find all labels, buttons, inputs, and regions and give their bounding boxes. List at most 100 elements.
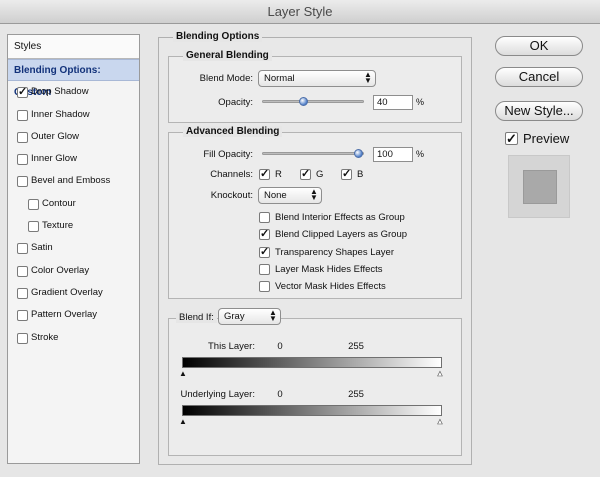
checkbox-icon[interactable] xyxy=(17,243,28,255)
underlying-layer-low-value: 0 xyxy=(277,389,283,400)
fill-opacity-slider[interactable] xyxy=(262,149,364,158)
checkbox-checked-icon: ✓ xyxy=(259,245,270,258)
checkbox-icon[interactable] xyxy=(17,109,28,121)
updown-arrows-icon: ▲ ▼ xyxy=(310,187,318,202)
checkbox-icon[interactable] xyxy=(17,332,28,344)
style-item-label: Color Overlay xyxy=(31,264,90,276)
blend-if-value: Gray xyxy=(224,311,245,322)
styles-header[interactable]: Styles xyxy=(8,35,139,59)
advanced-option-checkbox[interactable]: ✓ Transparency Shapes Layer xyxy=(259,246,394,260)
style-item-label: Texture xyxy=(42,220,74,232)
advanced-option-label: Layer Mask Hides Effects xyxy=(275,263,383,275)
advanced-option-label: Vector Mask Hides Effects xyxy=(275,281,386,293)
style-preview-swatch xyxy=(523,170,557,204)
ok-button[interactable]: OK xyxy=(495,36,583,56)
opacity-unit: % xyxy=(416,97,425,107)
underlying-layer-gradient-ramp[interactable] xyxy=(182,405,442,416)
style-item-label: Pattern Overlay xyxy=(31,309,97,321)
this-layer-gradient-ramp[interactable] xyxy=(182,357,442,368)
checkbox-icon[interactable] xyxy=(28,221,39,233)
style-item[interactable]: Gradient Overlay xyxy=(8,282,139,304)
checkbox-icon[interactable] xyxy=(17,310,28,322)
blend-if-select[interactable]: Gray ▲ ▼ xyxy=(218,308,281,325)
blending-options-title: Blending Options xyxy=(173,31,263,42)
channel-b-label: B xyxy=(357,169,364,180)
style-item[interactable]: Inner Glow xyxy=(8,148,139,170)
underlying-layer-label: Underlying Layer: xyxy=(180,389,255,400)
general-blending-title: General Blending xyxy=(183,50,272,61)
underlying-layer-black-slider[interactable]: ▲ xyxy=(179,418,187,426)
updown-arrows-icon: ▲ ▼ xyxy=(269,308,277,323)
style-item[interactable]: ✓ Drop Shadow xyxy=(8,81,139,103)
checkbox-checked-icon: ✓ xyxy=(505,131,518,146)
fill-opacity-label: Fill Opacity: xyxy=(203,149,253,160)
style-item[interactable]: Stroke xyxy=(8,327,139,349)
style-item[interactable]: Color Overlay xyxy=(8,260,139,282)
style-item[interactable]: Blending Options: Custom xyxy=(8,59,139,98)
style-item[interactable]: Pattern Overlay xyxy=(8,304,139,326)
checkbox-icon[interactable] xyxy=(17,176,28,188)
style-item-label: Inner Glow xyxy=(31,153,77,165)
advanced-option-checkbox[interactable]: Blend Interior Effects as Group xyxy=(259,211,405,225)
fill-opacity-input[interactable]: 100 xyxy=(373,147,413,162)
channel-b-checkbox[interactable]: ✓ B xyxy=(341,168,363,182)
blend-if-label: Blend If: xyxy=(176,312,217,323)
channel-r-checkbox[interactable]: ✓ R xyxy=(259,168,282,182)
fill-opacity-unit: % xyxy=(416,149,425,159)
style-item[interactable]: Bevel and Emboss xyxy=(8,170,139,192)
checkbox-icon[interactable] xyxy=(17,265,28,277)
checkbox-checked-icon: ✓ xyxy=(259,168,270,180)
checkbox-icon xyxy=(259,281,270,293)
style-item-label: Drop Shadow xyxy=(31,86,89,98)
cancel-button[interactable]: Cancel xyxy=(495,67,583,87)
knockout-select[interactable]: None ▲ ▼ xyxy=(258,187,322,204)
checkbox-icon[interactable] xyxy=(28,198,39,210)
advanced-option-label: Transparency Shapes Layer xyxy=(275,246,394,258)
style-item-label: Gradient Overlay xyxy=(31,286,103,298)
channel-r-label: R xyxy=(275,169,282,180)
checkbox-icon[interactable] xyxy=(17,131,28,143)
blend-mode-value: Normal xyxy=(264,73,295,84)
style-item[interactable]: Inner Shadow xyxy=(8,104,139,126)
fill-opacity-slider-thumb[interactable] xyxy=(354,149,363,158)
style-item-label: Inner Shadow xyxy=(31,108,90,120)
channel-g-checkbox[interactable]: ✓ G xyxy=(300,168,323,182)
this-layer-high-value: 255 xyxy=(348,341,364,352)
underlying-layer-white-slider[interactable]: ▲ xyxy=(436,417,445,426)
advanced-option-label: Blend Clipped Layers as Group xyxy=(275,229,408,241)
preview-label: Preview xyxy=(523,131,570,146)
window-title: Layer Style xyxy=(0,0,600,24)
new-style-button[interactable]: New Style... xyxy=(495,101,583,121)
style-item[interactable]: Satin xyxy=(8,237,139,259)
style-item[interactable]: Outer Glow xyxy=(8,126,139,148)
style-item-label: Satin xyxy=(31,242,53,254)
blend-mode-select[interactable]: Normal ▲ ▼ xyxy=(258,70,376,87)
advanced-option-label: Blend Interior Effects as Group xyxy=(275,212,405,223)
style-item[interactable]: Texture xyxy=(8,215,139,237)
style-item[interactable]: Contour xyxy=(8,193,139,215)
preview-checkbox[interactable]: ✓ Preview xyxy=(505,131,569,147)
this-layer-black-slider[interactable]: ▲ xyxy=(179,370,187,378)
style-item-label: Stroke xyxy=(31,331,59,343)
channels-label: Channels: xyxy=(210,169,253,180)
checkbox-icon[interactable] xyxy=(17,154,28,166)
this-layer-white-slider[interactable]: ▲ xyxy=(436,369,445,378)
this-layer-low-value: 0 xyxy=(277,341,283,352)
channel-g-label: G xyxy=(316,169,324,180)
advanced-option-checkbox[interactable]: ✓ Blend Clipped Layers as Group xyxy=(259,228,407,242)
advanced-option-checkbox[interactable]: Layer Mask Hides Effects xyxy=(259,263,383,277)
blend-mode-label: Blend Mode: xyxy=(199,73,253,84)
checkbox-icon[interactable] xyxy=(17,287,28,299)
styles-list: Styles Blending Options: Custom ✓ Drop Sha… xyxy=(7,34,140,464)
checkbox-checked-icon: ✓ xyxy=(259,228,270,241)
style-item-label: Outer Glow xyxy=(31,130,80,142)
opacity-input[interactable]: 40 xyxy=(373,95,413,110)
general-blending-group xyxy=(168,56,462,123)
checkbox-icon xyxy=(259,263,270,275)
updown-arrows-icon: ▲ ▼ xyxy=(364,70,372,85)
checkbox-checked-icon[interactable]: ✓ xyxy=(17,87,28,99)
style-preview-thumbnail xyxy=(508,155,570,218)
opacity-slider[interactable] xyxy=(262,97,364,106)
knockout-value: None xyxy=(264,190,287,201)
advanced-option-checkbox[interactable]: Vector Mask Hides Effects xyxy=(259,280,386,294)
